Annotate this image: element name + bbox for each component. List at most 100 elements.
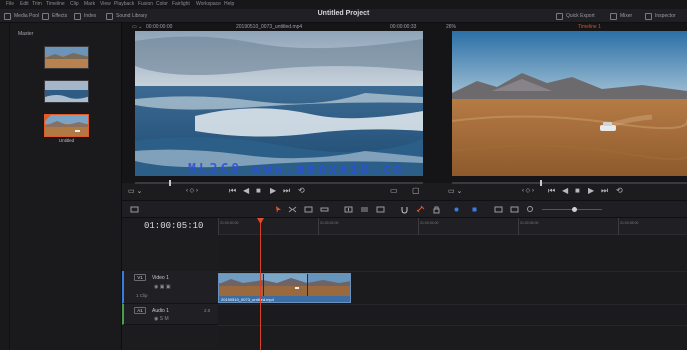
ruler-tick: [518, 218, 519, 235]
timeline-ruler[interactable]: 01:00:00:00 01:00:02:00 01:00:04:00 01:0…: [218, 218, 687, 235]
menu-item-file[interactable]: File: [6, 1, 14, 7]
audio-track-controls[interactable]: ◉ S M: [154, 316, 169, 322]
source-play-icon[interactable]: ▶: [270, 186, 276, 195]
ocean-thumbnail-image: [45, 81, 88, 102]
source-stop-icon[interactable]: ■: [256, 186, 261, 195]
replace-clip-icon[interactable]: [376, 205, 385, 214]
timeline-view-options-icon[interactable]: ▭ ⌄: [448, 187, 462, 195]
menu-bar: File Edit Trim Timeline Clip Mark View P…: [0, 0, 687, 9]
ocean-waves-image: [135, 31, 423, 176]
source-video-frame[interactable]: [135, 31, 423, 176]
media-clip-thumbnail-selected[interactable]: [44, 114, 89, 137]
source-overwrite-icon[interactable]: ▢: [412, 186, 420, 195]
video-track-name[interactable]: Video 1: [152, 275, 169, 281]
timeline-play-reverse-icon[interactable]: ◀: [562, 186, 568, 195]
video-track-clip-count: 1 Clip: [136, 293, 148, 298]
source-clip-name: 20190510_0073_untitled.mp4: [236, 24, 303, 30]
lane-divider: [218, 271, 687, 272]
video-track-id: V1: [134, 274, 146, 281]
bin-list: [0, 23, 10, 350]
timeline-go-first-icon[interactable]: ⏮: [548, 186, 555, 196]
timeline-name[interactable]: Timeline 1: [578, 24, 601, 30]
viewer-menu-icon[interactable]: ▭ ⌄: [132, 24, 142, 30]
menu-item-fairlight[interactable]: Fairlight: [172, 1, 190, 7]
menu-item-trim[interactable]: Trim: [32, 1, 42, 7]
source-jog-icon[interactable]: ‹ ◇ ›: [186, 187, 198, 194]
car-desert-thumbnail-image: [45, 115, 88, 136]
insert-clip-icon[interactable]: [344, 205, 353, 214]
media-clip-thumbnail[interactable]: [44, 46, 89, 69]
source-go-last-icon[interactable]: ⏭: [283, 186, 290, 196]
lane-divider: [218, 304, 687, 305]
timeline-play-icon[interactable]: ▶: [588, 186, 594, 195]
source-timecode-right: 00:00:00:33: [390, 24, 417, 30]
blade-tool-icon[interactable]: [320, 205, 329, 214]
detail-zoom-icon[interactable]: [494, 205, 503, 214]
source-scrub-handle[interactable]: [169, 180, 171, 186]
menu-item-mark[interactable]: Mark: [84, 1, 95, 7]
timeline-stop-icon[interactable]: ■: [575, 186, 580, 195]
source-viewer: ▭ ⌄ 00:00:00:00 20190510_0073_untitled.m…: [122, 23, 432, 186]
watermark-text: ML2C8 www.aanxxib.cn: [188, 162, 405, 177]
audio-track-name[interactable]: Audio 1: [152, 308, 169, 314]
source-timecode-left: 00:00:00:00: [146, 24, 173, 30]
video-track-controls[interactable]: ◉ ▣ ▣: [154, 284, 171, 290]
menu-item-help[interactable]: Help: [224, 1, 234, 7]
custom-zoom-icon[interactable]: [526, 205, 535, 214]
source-viewer-header: ▭ ⌄ 00:00:00:00 20190510_0073_untitled.m…: [122, 23, 432, 31]
timeline-view-icon[interactable]: [130, 205, 139, 214]
overwrite-clip-icon[interactable]: [360, 205, 369, 214]
flag-color-icon[interactable]: [452, 205, 461, 214]
ruler-label: 01:00:00:00: [220, 221, 239, 225]
source-scrubber[interactable]: [135, 180, 423, 186]
video-clip[interactable]: 20190510_0073_untitled.mp4: [218, 273, 351, 303]
menu-item-view[interactable]: View: [100, 1, 111, 7]
track-header-empty: [122, 325, 218, 350]
menu-item-fusion[interactable]: Fusion: [138, 1, 153, 7]
source-go-first-icon[interactable]: ⏮: [229, 186, 236, 196]
timeline-playhead[interactable]: [260, 218, 261, 350]
ruler-tick: [318, 218, 319, 235]
media-pool-panel: Master: [0, 23, 122, 350]
media-clip-thumbnail[interactable]: [44, 80, 89, 103]
position-lock-icon[interactable]: [432, 205, 441, 214]
menu-item-clip[interactable]: Clip: [70, 1, 79, 7]
menu-item-workspace[interactable]: Workspace: [196, 1, 221, 7]
dynamic-trim-icon[interactable]: [304, 205, 313, 214]
ruler-label: 01:00:04:00: [420, 221, 439, 225]
audio-track-header[interactable]: A1 Audio 1 ◉ S M 2.0: [122, 304, 218, 325]
ruler-tick: [418, 218, 419, 235]
project-title: Untitled Project: [317, 10, 370, 17]
source-loop-icon[interactable]: ⟲: [298, 186, 305, 195]
linked-selection-icon[interactable]: [416, 205, 425, 214]
menu-item-color[interactable]: Color: [156, 1, 168, 7]
timeline-scrubber[interactable]: [452, 180, 687, 186]
desert-car-image: [452, 31, 687, 176]
timeline-timecode: 01:00:05:10: [144, 221, 204, 231]
zoom-slider-handle[interactable]: [572, 207, 577, 212]
edit-toolbar: [122, 200, 687, 218]
program-video-frame[interactable]: [452, 31, 687, 176]
source-play-reverse-icon[interactable]: ◀: [243, 186, 249, 195]
clip-filmstrip: [219, 274, 350, 296]
bin-header: Master: [18, 31, 34, 37]
source-view-options-icon[interactable]: ▭ ⌄: [128, 187, 142, 195]
source-insert-icon[interactable]: ▭: [390, 186, 398, 195]
marker-color-icon[interactable]: [470, 205, 479, 214]
timeline-go-last-icon[interactable]: ⏭: [601, 186, 608, 196]
timeline-jog-icon[interactable]: ‹ ◇ ›: [522, 187, 534, 194]
menu-item-timeline[interactable]: Timeline: [46, 1, 65, 7]
ruler-label: 01:00:06:00: [520, 221, 539, 225]
full-extent-zoom-icon[interactable]: [510, 205, 519, 214]
viewer-zoom[interactable]: 26%: [446, 24, 456, 30]
menu-item-edit[interactable]: Edit: [20, 1, 29, 7]
menu-item-playback[interactable]: Playback: [114, 1, 134, 7]
timeline-loop-icon[interactable]: ⟲: [616, 186, 623, 195]
timeline-timecode-panel: 01:00:05:10: [122, 218, 218, 235]
timeline-viewer-header: 26% Timeline 1: [432, 23, 687, 31]
timeline-scrub-handle[interactable]: [540, 180, 542, 186]
video-track-header[interactable]: V1 Video 1 ◉ ▣ ▣ 1 Clip: [122, 271, 218, 304]
selection-tool-icon[interactable]: [274, 205, 283, 214]
snapping-icon[interactable]: [400, 205, 409, 214]
trim-tool-icon[interactable]: [288, 205, 297, 214]
